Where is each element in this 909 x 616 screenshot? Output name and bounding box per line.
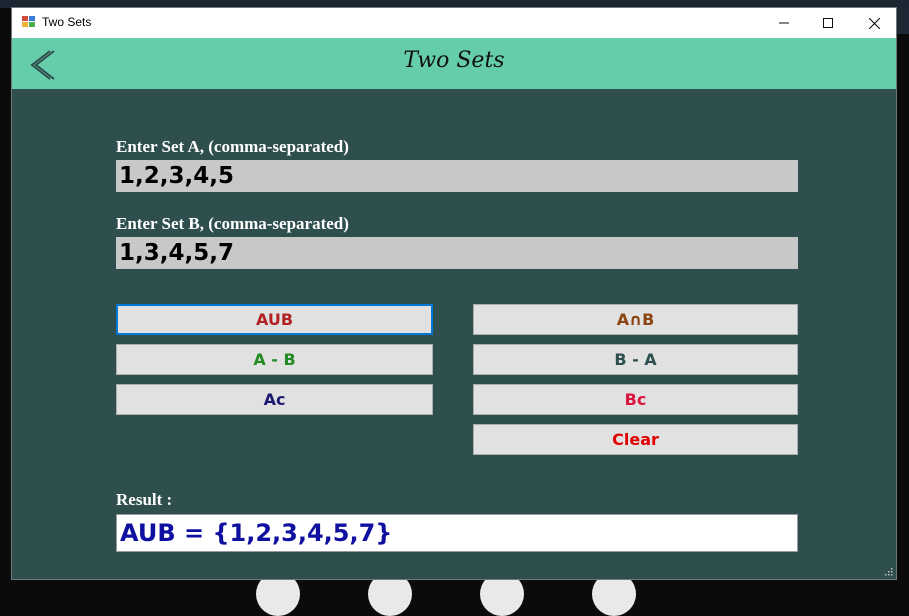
title-bar[interactable]: Two Sets bbox=[12, 8, 896, 38]
page-title: Two Sets bbox=[403, 48, 505, 73]
maximize-button[interactable] bbox=[805, 8, 851, 38]
b-minus-a-button[interactable]: B - A bbox=[473, 344, 798, 375]
union-button[interactable]: AUB bbox=[116, 304, 433, 335]
window-title: Two Sets bbox=[42, 15, 92, 29]
app-icon bbox=[22, 16, 36, 28]
set-a-input[interactable]: 1,2,3,4,5 bbox=[116, 160, 798, 192]
resize-grip-icon[interactable] bbox=[885, 568, 893, 576]
close-icon bbox=[868, 17, 880, 29]
desktop-edge bbox=[897, 8, 909, 34]
a-minus-b-button[interactable]: A - B bbox=[116, 344, 433, 375]
app-window: Two Sets Two Sets Enter Set A, (comma-se… bbox=[11, 7, 897, 580]
maximize-icon bbox=[823, 18, 833, 28]
set-a-label: Enter Set A, (comma-separated) bbox=[116, 137, 349, 156]
clear-button[interactable]: Clear bbox=[473, 424, 798, 455]
intersection-button[interactable]: A∩B bbox=[473, 304, 798, 335]
set-b-input[interactable]: 1,3,4,5,7 bbox=[116, 237, 798, 269]
result-label: Result : bbox=[116, 490, 173, 509]
app-header: Two Sets bbox=[12, 38, 896, 89]
result-output: AUB = {1,2,3,4,5,7} bbox=[116, 514, 798, 552]
set-b-label: Enter Set B, (comma-separated) bbox=[116, 214, 349, 233]
close-button[interactable] bbox=[851, 8, 897, 38]
b-complement-button[interactable]: Bc bbox=[473, 384, 798, 415]
minimize-icon bbox=[779, 22, 789, 24]
minimize-button[interactable] bbox=[761, 8, 807, 38]
a-complement-button[interactable]: Ac bbox=[116, 384, 433, 415]
